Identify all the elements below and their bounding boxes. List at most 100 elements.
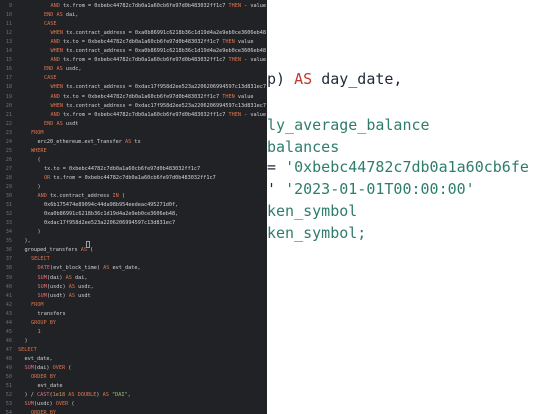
code-line[interactable]: 11 CASE xyxy=(0,20,267,29)
code-line[interactable]: 21 AND tx.from = 0xbebc44782c7db0a1a60cb6… xyxy=(0,111,267,120)
code-token: dai, xyxy=(75,274,88,281)
line-number: 40 xyxy=(5,283,12,290)
line-number: 20 xyxy=(5,102,12,109)
code-text: 0xdac17f958d2ee523a2206206994597c13d831e… xyxy=(44,219,175,228)
code-token: SUM xyxy=(37,274,47,281)
code-line[interactable]: 31 0x6b175474e89094c44da98b954eedeac49527… xyxy=(0,201,267,210)
code-text: WHEN tx.contract_address = 0xdac17f958d2… xyxy=(51,83,267,92)
code-line[interactable]: 46) xyxy=(0,337,267,346)
code-token: dai, xyxy=(65,12,79,19)
code-text: AND tx.to = 0xbebc44782c7db0a1a60cb6fe97… xyxy=(51,38,254,47)
code-line[interactable]: 14 WHEN tx.contract_address = 0xa0b86991c… xyxy=(0,47,267,56)
code-line[interactable]: 36 grouped_transfers AS ( xyxy=(0,246,267,255)
code-token: WHEN xyxy=(50,30,67,37)
code-token: AS xyxy=(102,392,112,399)
code-line[interactable]: 45 1 xyxy=(0,328,267,337)
code-line[interactable]: 18 WHEN tx.contract_address = 0xdac17f958… xyxy=(0,83,267,92)
code-line[interactable]: 34) xyxy=(0,228,267,237)
code-text: SUM(dai) OVER ( xyxy=(25,364,72,373)
code-line[interactable]: 39 SUM(dai) AS dai, xyxy=(0,274,267,283)
code-token: ( xyxy=(71,401,75,408)
code-text: END AS dai, xyxy=(44,11,78,20)
code-text: 1 xyxy=(38,328,41,337)
zoomed-code-line: ' '2023-01-01T00:00:00' xyxy=(267,180,475,198)
code-line[interactable]: 27 tx.to = 0xbebc44782c7db0a1a60cb6fe97d0… xyxy=(0,165,267,174)
code-line[interactable]: 33 0xdac17f958d2ee523a2206206994597c13d83… xyxy=(0,219,267,228)
code-token: tx.from = 0xbebc44782c7db0a1a60cb6fe97d0… xyxy=(63,57,229,64)
code-line[interactable]: 20 WHEN tx.contract_address = 0xdac17f958… xyxy=(0,102,267,111)
code-line[interactable]: 49 SUM(dai) OVER ( xyxy=(0,364,267,373)
code-line[interactable]: 53 SUM(usdc) OVER ( xyxy=(0,400,267,409)
code-token: END AS xyxy=(44,66,66,73)
code-text: SUM(usdc) OVER ( xyxy=(25,400,75,409)
code-line[interactable]: 12 WHEN tx.contract_address = 0xa0b86991c… xyxy=(0,29,267,38)
code-token: evt_date xyxy=(37,383,63,390)
code-token: 0x6b175474e89094c44da98b954eedeac495271d… xyxy=(44,202,179,209)
code-text: END AS usdt xyxy=(44,120,78,129)
line-number: 31 xyxy=(5,202,12,209)
code-text: ORDER BY xyxy=(31,373,56,382)
code-token: - value xyxy=(244,111,267,118)
code-text: AND tx.from = 0xbebc44782c7db0a1a60cb6fe… xyxy=(51,2,267,11)
code-line[interactable]: 51 evt_date xyxy=(0,382,267,391)
line-number: 11 xyxy=(5,21,12,28)
code-line[interactable]: 13 AND tx.to = 0xbebc44782c7db0a1a60cb6fe… xyxy=(0,38,267,47)
code-token: AS xyxy=(68,283,79,290)
code-line[interactable]: 50 ORDER BY xyxy=(0,373,267,382)
code-line[interactable]: 23 FROM xyxy=(0,129,267,138)
code-line[interactable]: 41 SUM(usdt) AS usdt xyxy=(0,292,267,301)
code-line[interactable]: 26 ( xyxy=(0,156,267,165)
code-token: ) xyxy=(37,229,41,236)
code-line[interactable]: 47 SELECT xyxy=(0,346,267,355)
code-token: SUM xyxy=(37,283,47,290)
code-line[interactable]: 15 AND tx.from = 0xbebc44782c7db0a1a60cb6… xyxy=(0,56,267,65)
sql-editor-panel[interactable]: 9 AND tx.from = 0xbebc44782c7db0a1a60cb6f… xyxy=(0,0,267,414)
line-number: 15 xyxy=(5,57,12,64)
line-number: 37 xyxy=(5,256,12,263)
cursor-caret xyxy=(86,241,90,248)
line-number: 39 xyxy=(5,274,12,281)
code-line[interactable]: 44 GROUP BY xyxy=(0,319,267,328)
code-line[interactable]: 35), xyxy=(0,237,267,246)
code-line[interactable]: 38 DATE(evt_block_time) AS evt_date, xyxy=(0,264,267,273)
code-line[interactable]: 42 FROM xyxy=(0,301,267,310)
code-text: SUM(usdc) AS usdc, xyxy=(38,283,94,292)
code-line[interactable]: 30 AND tx.contract_address IN ( xyxy=(0,192,267,201)
code-line[interactable]: 32 0xa0b86991c6218b36c1d19d4a2e9eb0ce3606… xyxy=(0,210,267,219)
zoomed-code-token: p) xyxy=(267,70,295,88)
code-token: AND xyxy=(50,3,63,9)
code-line[interactable]: 29) xyxy=(0,183,267,192)
code-text: ) xyxy=(38,228,41,237)
code-token: tx.contract_address xyxy=(50,193,113,200)
code-line[interactable]: 43 transfers xyxy=(0,310,267,319)
code-token: tx.to = 0xbebc44782c7db0a1a60cb6fe97d0b4… xyxy=(63,39,223,46)
code-line[interactable]: 16 END AS usdc, xyxy=(0,65,267,74)
line-number: 16 xyxy=(5,66,12,73)
code-line[interactable]: 54 ORDER BY xyxy=(0,409,267,414)
code-line[interactable]: 52) / CAST(1e18 AS DOUBLE) AS "DAI", xyxy=(0,391,267,400)
code-token: CAST xyxy=(37,392,50,399)
code-line[interactable]: 25 WHERE xyxy=(0,147,267,156)
code-line[interactable]: 19 AND tx.to = 0xbebc44782c7db0a1a60cb6fe… xyxy=(0,93,267,102)
code-line[interactable]: 9 AND tx.from = 0xbebc44782c7db0a1a60cb6f… xyxy=(0,2,267,11)
code-token: ( xyxy=(68,365,72,371)
code-line[interactable]: 24 erc20_ethereum.evt_Transfer AS tx xyxy=(0,138,267,147)
code-token: WHEN xyxy=(50,48,67,55)
code-line[interactable]: 48 evt_date, xyxy=(0,355,267,364)
code-line[interactable]: 17 CASE xyxy=(0,74,267,83)
code-token: FROM xyxy=(31,301,44,308)
code-token: tx.contract_address = 0xdac17f958d2ee523… xyxy=(66,84,267,91)
code-line[interactable]: 28 OR tx.from = 0xbebc44782c7db0a1a60cb6f… xyxy=(0,174,267,183)
code-token: 1e18 xyxy=(52,392,66,399)
line-number: 28 xyxy=(5,174,12,181)
code-line[interactable]: 22 END AS usdt xyxy=(0,120,267,129)
code-token: GROUP BY xyxy=(31,319,56,326)
code-token: DATE xyxy=(37,265,51,272)
zoomed-code-token: balances xyxy=(267,138,340,156)
code-token: (usdt) xyxy=(46,292,69,299)
code-line[interactable]: 37 SELECT xyxy=(0,255,267,264)
code-text: SUM(dai) AS dai, xyxy=(38,274,88,283)
code-line[interactable]: 40 SUM(usdc) AS usdc, xyxy=(0,283,267,292)
code-line[interactable]: 10 END AS dai, xyxy=(0,11,267,20)
code-token: , xyxy=(127,392,131,399)
